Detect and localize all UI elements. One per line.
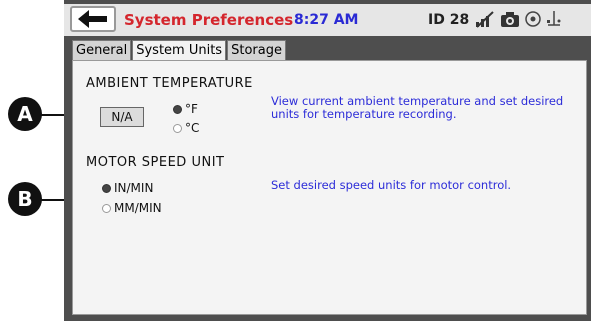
radio-fahrenheit-label: °F [185,102,198,116]
radio-selected-indicator [102,183,111,193]
radio-selected-indicator [173,104,182,114]
signal-off-icon [476,11,494,28]
id-label: ID 28 [428,12,470,28]
radio-celsius[interactable]: °C [173,121,199,135]
usb-icon [547,11,561,26]
ambient-temperature-value: N/A [100,107,144,127]
radio-unselected-indicator [173,123,182,133]
radio-fahrenheit[interactable]: °F [173,102,198,116]
tab-system-units[interactable]: System Units [132,40,227,60]
clock: 8:27 AM [294,12,359,28]
tab-general[interactable]: General [72,40,132,60]
motor-speed-title: MOTOR SPEED UNIT [86,155,225,170]
system-units-panel: AMBIENT TEMPERATURE N/A °F °C View curre… [72,60,587,315]
callout-b: B [8,182,42,216]
tab-bar: General System Units Storage [72,40,287,60]
radio-unselected-indicator [102,203,111,213]
radio-mm-per-min[interactable]: MM/MIN [102,201,162,215]
status-icons [474,10,562,28]
callout-a: A [8,97,42,131]
motor-speed-description: Set desired speed units for motor contro… [271,178,512,192]
callout-a-label: A [17,102,33,126]
title-bar: System Preferences 8:27 AM ID 28 [64,4,591,36]
gps-icon [525,11,541,27]
back-arrow-icon [78,10,107,28]
radio-in-per-min[interactable]: IN/MIN [102,181,153,195]
camera-icon [501,12,519,27]
radio-celsius-label: °C [185,121,200,135]
radio-mm-per-min-label: MM/MIN [114,201,162,215]
radio-in-per-min-label: IN/MIN [114,181,154,195]
callout-b-label: B [17,187,33,211]
tab-storage[interactable]: Storage [227,40,286,60]
screen-title: System Preferences [124,11,294,29]
temperature-description: View current ambient temperature and set… [271,94,564,121]
ambient-temperature-title: AMBIENT TEMPERATURE [86,76,253,91]
back-button[interactable] [70,6,116,32]
device-screen: System Preferences 8:27 AM ID 28 General… [64,0,591,321]
